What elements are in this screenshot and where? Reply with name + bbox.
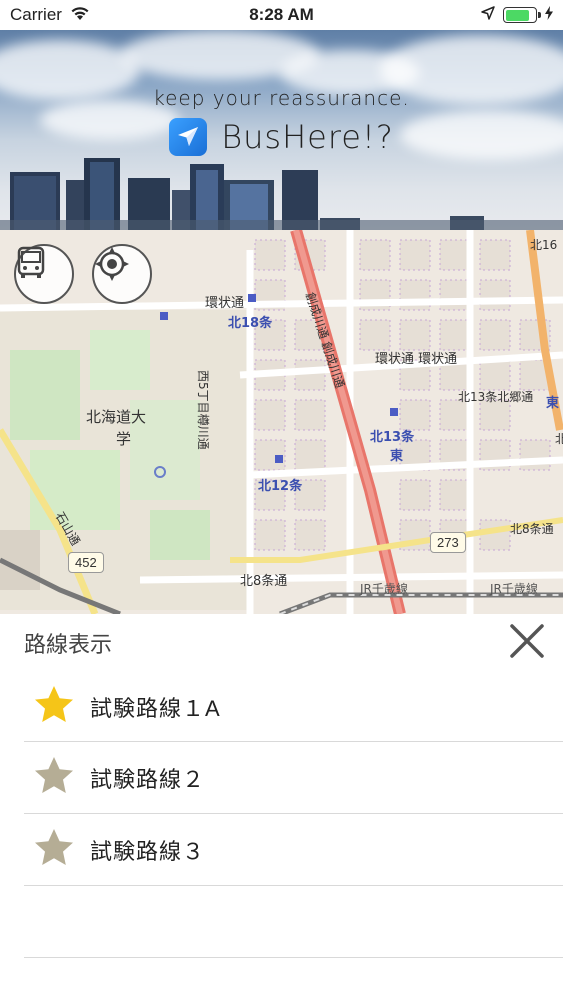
city-skyline-image	[0, 158, 563, 230]
map-label-hokudai2: 学	[116, 430, 132, 448]
map-label-kita12: 北12条	[258, 479, 303, 494]
location-arrow-icon	[481, 5, 495, 25]
star-icon[interactable]	[34, 756, 74, 799]
route-list: 試験路線１A 試験路線２ 試験路線３	[24, 672, 563, 958]
tagline: keep your reassurance.	[153, 86, 410, 110]
status-right	[481, 5, 553, 25]
map-label-kita8-right: 北8条通	[510, 522, 554, 536]
wifi-icon	[70, 5, 90, 26]
carrier-label: Carrier	[10, 5, 62, 24]
route-item-empty	[24, 886, 563, 958]
route-label: 試験路線２	[90, 766, 206, 792]
map-label-jr1: JR千歳線	[360, 582, 408, 596]
battery-icon	[503, 7, 541, 23]
map-label-hokudai: 北海道大	[86, 408, 147, 426]
map-label-kita-right: 北	[555, 432, 563, 446]
header-banner: keep your reassurance. BusHere!?	[0, 30, 563, 230]
route-item[interactable]: 試験路線２	[24, 742, 563, 814]
route-shield-273: 273	[430, 532, 466, 553]
route-sheet: 路線表示 試験路線１A 試験路線２ 試験路線３	[0, 614, 563, 1000]
map-label-nishi5: 西5丁目樽川通	[196, 370, 210, 450]
map-label-jr2: JR千歳線	[490, 582, 538, 596]
map-label-kita13-east: 東	[390, 449, 404, 464]
map-label-higashi: 東	[546, 396, 560, 411]
charging-bolt-icon	[545, 5, 553, 25]
map-label-kanjo2: 環状通 環状通	[375, 352, 458, 367]
route-shield-452: 452	[68, 552, 104, 573]
locate-button[interactable]	[92, 244, 152, 304]
status-bar: Carrier 8:28 AM	[0, 0, 563, 30]
map-view[interactable]: 環状通 北18条 環状通 環状通 北13条北郷通 北海道大 学 北13条 東 北…	[0, 230, 563, 614]
status-left: Carrier	[10, 5, 90, 26]
route-label: 試験路線３	[90, 838, 206, 864]
battery-fill	[505, 9, 529, 21]
map-label-kita16: 北16	[530, 238, 558, 252]
bus-button[interactable]	[14, 244, 74, 304]
map-label-kanjo: 環状通	[205, 296, 245, 311]
map-label-kita18: 北18条	[228, 316, 273, 331]
route-item[interactable]: 試験路線３	[24, 814, 563, 886]
map-label-kita8: 北8条通	[240, 574, 288, 589]
route-sheet-title: 路線表示	[24, 632, 113, 657]
star-icon[interactable]	[34, 685, 74, 728]
map-label-kita13: 北13条	[370, 430, 415, 445]
star-icon[interactable]	[34, 828, 74, 871]
route-label: 試験路線１A	[90, 695, 221, 721]
route-sheet-header: 路線表示	[0, 614, 563, 672]
close-button[interactable]	[507, 623, 547, 663]
route-item[interactable]: 試験路線１A	[24, 672, 563, 742]
close-icon	[509, 623, 545, 664]
map-label-kita13kita: 北13条北郷通	[458, 390, 534, 404]
